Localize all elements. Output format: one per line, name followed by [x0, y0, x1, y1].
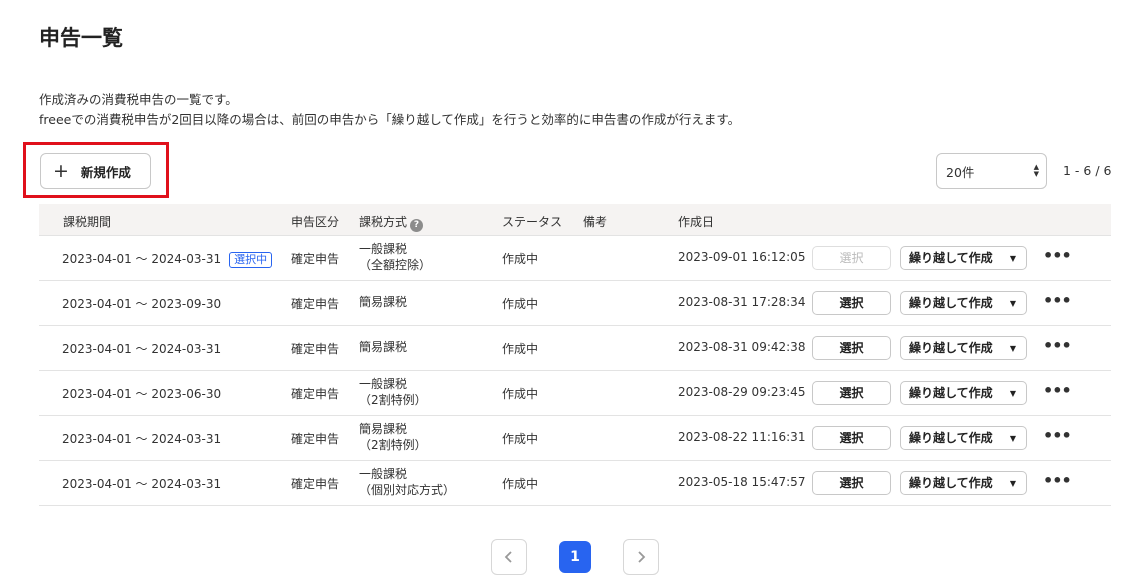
description-line-2: freeeでの消費税申告が2回目以降の場合は、前回の申告から「繰り越して作成」を… [39, 112, 741, 127]
period-cell: 2023-04-01 〜 2024-03-31 [62, 432, 222, 446]
caret-down-icon: ▼ [1009, 389, 1016, 398]
new-create-button[interactable]: + 新規作成 [40, 153, 151, 189]
result-range: 1 - 6 / 6 [1063, 163, 1112, 178]
header-method: 課税方式? [359, 213, 424, 232]
more-options-icon[interactable]: ••• [1043, 428, 1072, 444]
table-header: 課税期間 申告区分 課税方式? ステータス 備考 作成日 [39, 204, 1111, 236]
caret-down-icon: ▼ [1009, 434, 1016, 443]
more-options-icon[interactable]: ••• [1043, 473, 1072, 489]
created-cell: 2023-08-29 09:23:45 [678, 385, 806, 399]
header-status: ステータス [502, 215, 563, 229]
header-note: 備考 [583, 215, 608, 229]
table-row: 2023-04-01 〜 2024-03-31 確定申告 一般課税 （個別対応方式… [39, 461, 1111, 506]
method-cell: 一般課税 （個別対応方式） [359, 467, 456, 497]
header-period: 課税期間 [63, 215, 112, 229]
chevron-left-icon [504, 551, 512, 563]
status-cell: 作成中 [502, 432, 539, 446]
header-created: 作成日 [678, 215, 715, 229]
created-cell: 2023-05-18 15:47:57 [678, 475, 806, 489]
selected-badge: 選択中 [229, 252, 273, 268]
caret-down-icon: ▼ [1009, 254, 1016, 263]
created-cell: 2023-09-01 16:12:05 [678, 250, 806, 264]
select-arrows-icon: ▲ ▼ [1033, 163, 1039, 178]
per-page-value: 20件 [946, 164, 975, 180]
period-cell: 2023-04-01 〜 2023-06-30 [62, 387, 222, 401]
carry-over-button[interactable]: 繰り越して作成 ▼ [900, 471, 1027, 495]
kind-cell: 確定申告 [291, 477, 340, 491]
carry-over-button[interactable]: 繰り越して作成 ▼ [900, 381, 1027, 405]
page-1-button[interactable]: 1 [559, 541, 591, 573]
status-cell: 作成中 [502, 477, 539, 491]
method-cell: 一般課税 （2割特例） [359, 377, 427, 407]
table-row: 2023-04-01 〜 2024-03-31 確定申告 簡易課税 作成中 20… [39, 326, 1111, 371]
caret-down-icon: ▼ [1009, 299, 1016, 308]
table-row: 2023-04-01 〜 2024-03-31 確定申告 簡易課税 （2割特例） … [39, 416, 1111, 461]
kind-cell: 確定申告 [291, 252, 340, 266]
more-options-icon[interactable]: ••• [1043, 338, 1072, 354]
next-page-button[interactable] [623, 539, 659, 575]
status-cell: 作成中 [502, 297, 539, 311]
status-cell: 作成中 [502, 387, 539, 401]
page-title: 申告一覧 [39, 26, 123, 50]
select-button[interactable]: 選択 [812, 471, 891, 495]
select-button[interactable]: 選択 [812, 291, 891, 315]
created-cell: 2023-08-31 09:42:38 [678, 340, 806, 354]
prev-page-button[interactable] [491, 539, 527, 575]
period-cell: 2023-04-01 〜 2024-03-31 [62, 342, 222, 356]
period-cell: 2023-04-01 〜 2023-09-30 [62, 297, 222, 311]
period-cell: 2023-04-01 〜 2024-03-31 選択中 [62, 250, 273, 268]
description-line-1: 作成済みの消費税申告の一覧です。 [39, 92, 238, 107]
kind-cell: 確定申告 [291, 387, 340, 401]
select-button[interactable]: 選択 [812, 426, 891, 450]
chevron-right-icon [638, 551, 646, 563]
more-options-icon[interactable]: ••• [1043, 383, 1072, 399]
kind-cell: 確定申告 [291, 342, 340, 356]
method-cell: 一般課税 （全額控除） [359, 242, 432, 272]
header-kind: 申告区分 [291, 215, 340, 229]
select-button[interactable]: 選択 [812, 246, 891, 270]
method-cell: 簡易課税 [359, 340, 408, 354]
select-button[interactable]: 選択 [812, 336, 891, 360]
carry-over-button[interactable]: 繰り越して作成 ▼ [900, 426, 1027, 450]
help-icon[interactable]: ? [410, 219, 424, 232]
created-cell: 2023-08-22 11:16:31 [678, 430, 806, 444]
select-button[interactable]: 選択 [812, 381, 891, 405]
carry-over-button[interactable]: 繰り越して作成 ▼ [900, 246, 1027, 270]
kind-cell: 確定申告 [291, 297, 340, 311]
table-row: 2023-04-01 〜 2023-09-30 確定申告 簡易課税 作成中 20… [39, 281, 1111, 326]
table-row: 2023-04-01 〜 2023-06-30 確定申告 一般課税 （2割特例） … [39, 371, 1111, 416]
status-cell: 作成中 [502, 252, 539, 266]
more-options-icon[interactable]: ••• [1043, 293, 1072, 309]
caret-down-icon: ▼ [1009, 344, 1016, 353]
kind-cell: 確定申告 [291, 432, 340, 446]
method-cell: 簡易課税 [359, 295, 408, 309]
period-cell: 2023-04-01 〜 2024-03-31 [62, 477, 222, 491]
per-page-select[interactable]: 20件 ▲ ▼ [936, 153, 1047, 189]
new-create-label: 新規作成 [80, 164, 131, 180]
table-row: 2023-04-01 〜 2024-03-31 選択中 確定申告 一般課税 （全額控… [39, 236, 1111, 281]
carry-over-button[interactable]: 繰り越して作成 ▼ [900, 291, 1027, 315]
plus-icon: + [53, 159, 69, 182]
more-options-icon[interactable]: ••• [1043, 248, 1072, 264]
carry-over-button[interactable]: 繰り越して作成 ▼ [900, 336, 1027, 360]
method-cell: 簡易課税 （2割特例） [359, 422, 427, 452]
status-cell: 作成中 [502, 342, 539, 356]
caret-down-icon: ▼ [1009, 479, 1016, 488]
created-cell: 2023-08-31 17:28:34 [678, 295, 806, 309]
